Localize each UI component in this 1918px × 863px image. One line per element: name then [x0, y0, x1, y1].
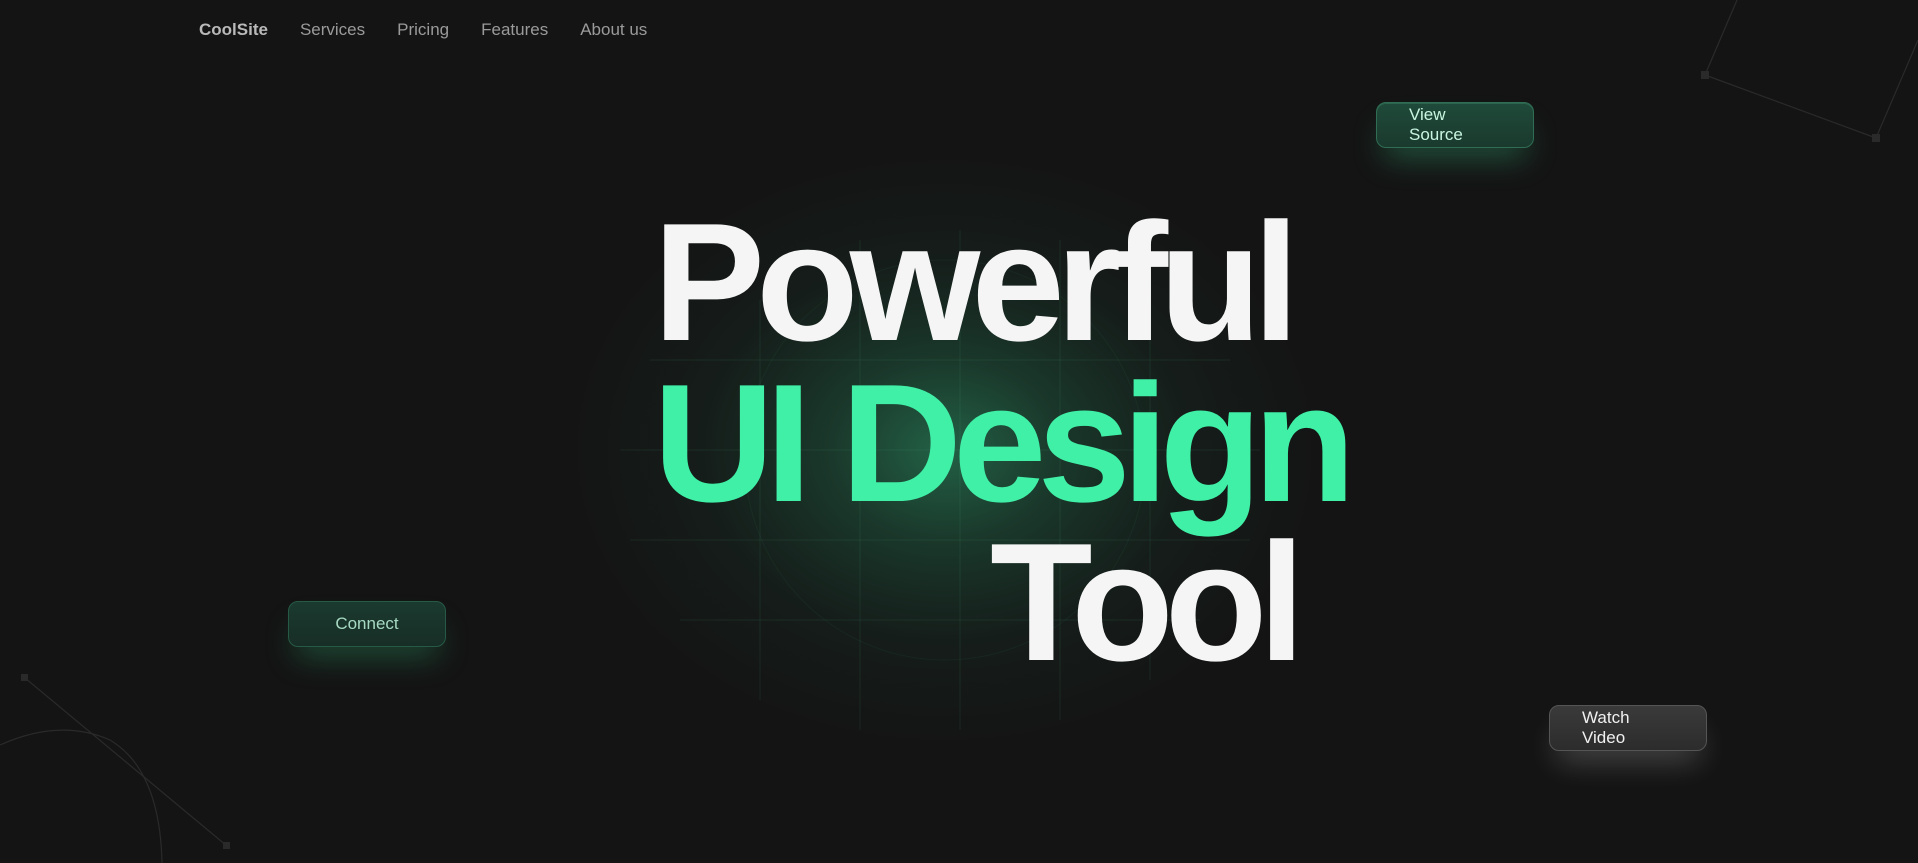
hero-glow: [565, 150, 1325, 750]
nav-link-pricing[interactable]: Pricing: [397, 20, 449, 40]
nav-link-about-us[interactable]: About us: [580, 20, 647, 40]
headline-line-powerful: Powerful: [653, 188, 1299, 376]
watch-video-button[interactable]: Watch Video: [1549, 705, 1707, 751]
brand-logo[interactable]: CoolSite: [199, 20, 268, 40]
headline-line-tool: Tool: [990, 508, 1305, 696]
top-nav: CoolSite Services Pricing Features About…: [199, 20, 647, 40]
view-source-button[interactable]: View Source: [1376, 102, 1534, 148]
nav-link-features[interactable]: Features: [481, 20, 548, 40]
nav-link-services[interactable]: Services: [300, 20, 365, 40]
connect-button[interactable]: Connect: [288, 601, 446, 647]
headline-line-ui-design: UI Design: [653, 349, 1356, 537]
landing-page: CoolSite Services Pricing Features About…: [0, 0, 1918, 863]
